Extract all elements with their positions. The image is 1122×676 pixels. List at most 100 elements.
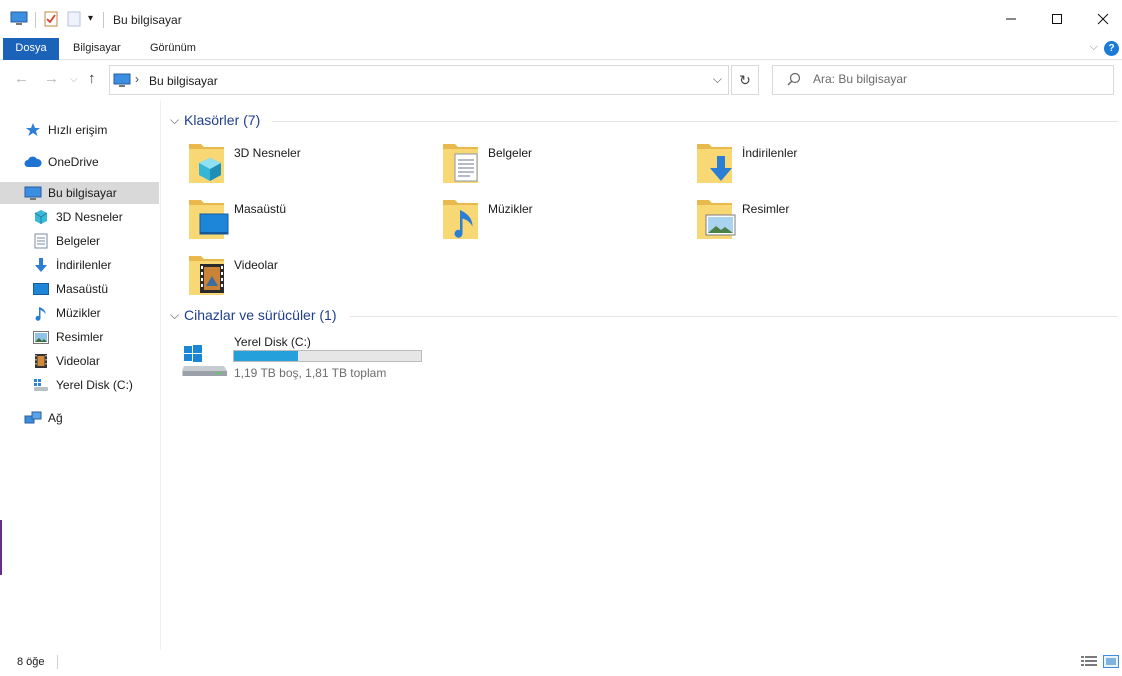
sidebar-item-onedrive[interactable]: OneDrive bbox=[24, 151, 183, 173]
forward-button[interactable]: → bbox=[44, 70, 59, 87]
folder-name: İndirilenler bbox=[742, 146, 798, 160]
folder-name: Masaüstü bbox=[234, 202, 287, 216]
ribbon: Dosya Bilgisayar Görünüm ⌵ ? bbox=[0, 38, 1122, 60]
computer-icon[interactable] bbox=[10, 11, 28, 29]
sidebar-item-quick-access[interactable]: Hızlı erişim bbox=[24, 119, 183, 141]
sidebar-item-pictures[interactable]: Resimler bbox=[32, 326, 191, 348]
folder-name: Müzikler bbox=[488, 202, 533, 216]
sidebar-item-label: Yerel Disk (C:) bbox=[56, 378, 133, 392]
desktop-edge-strip bbox=[0, 520, 2, 575]
drive-usage-fill bbox=[234, 351, 298, 361]
folder-downloads[interactable]: İndirilenler bbox=[696, 140, 946, 190]
folder-name: 3D Nesneler bbox=[234, 146, 301, 160]
sidebar-item-label: Resimler bbox=[56, 330, 104, 344]
desktop-icon bbox=[32, 281, 50, 297]
group-header-folders[interactable]: ⌵ Klasörler (7) bbox=[170, 112, 260, 128]
sidebar-item-label: Bu bilgisayar bbox=[48, 186, 117, 200]
tab-file[interactable]: Dosya bbox=[3, 38, 59, 60]
sidebar-item-label: Ağ bbox=[48, 411, 63, 425]
sidebar-item-documents[interactable]: Belgeler bbox=[32, 230, 191, 252]
back-button[interactable]: ← bbox=[14, 70, 29, 87]
group-divider bbox=[272, 121, 1118, 122]
drive-size-text: 1,19 TB boş, 1,81 TB toplam bbox=[234, 366, 387, 380]
toolbar-separator bbox=[35, 12, 36, 28]
toolbar-separator bbox=[103, 12, 104, 28]
drive-icon bbox=[32, 377, 50, 393]
folder-name: Videolar bbox=[234, 258, 278, 272]
status-bar: 8 öğe bbox=[0, 650, 1122, 676]
customize-toolbar-icon[interactable]: ▾ bbox=[88, 13, 93, 24]
computer-icon bbox=[24, 185, 42, 201]
navigation-pane: Hızlı erişim OneDrive Bu bilgisayar 3D N… bbox=[0, 100, 161, 650]
properties-icon[interactable] bbox=[44, 10, 58, 30]
folder-documents-icon bbox=[442, 140, 486, 186]
up-button[interactable]: ↑ bbox=[88, 70, 96, 87]
details-view-icon[interactable] bbox=[1081, 655, 1097, 671]
sidebar-item-3d-objects[interactable]: 3D Nesneler bbox=[32, 206, 191, 228]
new-folder-icon[interactable] bbox=[67, 11, 81, 30]
folder-videos[interactable]: Videolar bbox=[188, 252, 438, 302]
expand-ribbon-icon[interactable]: ⌵ bbox=[1090, 41, 1098, 54]
tab-computer[interactable]: Bilgisayar bbox=[61, 38, 133, 60]
refresh-button[interactable]: ↻ bbox=[731, 65, 759, 95]
sidebar-item-this-pc[interactable]: Bu bilgisayar bbox=[0, 182, 159, 204]
folder-music[interactable]: Müzikler bbox=[442, 196, 692, 246]
sidebar-item-label: Belgeler bbox=[56, 234, 101, 248]
folder-pictures[interactable]: Resimler bbox=[696, 196, 946, 246]
folder-name: Resimler bbox=[742, 202, 790, 216]
network-icon bbox=[24, 410, 42, 426]
collapse-chevron-icon[interactable]: ⌵ bbox=[170, 308, 184, 323]
address-dropdown-icon[interactable]: ⌵ bbox=[713, 72, 722, 87]
sidebar-item-label: Müzikler bbox=[56, 306, 101, 320]
status-separator bbox=[57, 655, 58, 669]
folder-downloads-icon bbox=[696, 140, 740, 186]
sidebar-item-label: Videolar bbox=[56, 354, 100, 368]
maximize-button[interactable] bbox=[1034, 0, 1080, 38]
title-bar: ▾ Bu bilgisayar bbox=[0, 0, 1122, 38]
folder-music-icon bbox=[442, 196, 486, 242]
breadcrumb[interactable]: Bu bilgisayar bbox=[149, 74, 218, 88]
search-box[interactable] bbox=[772, 65, 1114, 95]
group-header-devices[interactable]: ⌵ Cihazlar ve sürücüler (1) bbox=[170, 307, 337, 323]
windows-drive-icon bbox=[182, 344, 228, 381]
sidebar-item-network[interactable]: Ağ bbox=[24, 407, 183, 429]
address-bar[interactable]: › Bu bilgisayar ⌵ bbox=[109, 65, 729, 95]
group-divider bbox=[350, 316, 1118, 317]
collapse-chevron-icon[interactable]: ⌵ bbox=[170, 113, 184, 128]
document-icon bbox=[32, 233, 50, 249]
folder-desktop[interactable]: Masaüstü bbox=[188, 196, 438, 246]
video-icon bbox=[32, 353, 50, 369]
breadcrumb-chevron-icon[interactable]: › bbox=[135, 72, 139, 86]
folder-desktop-icon bbox=[188, 196, 232, 242]
folder-documents[interactable]: Belgeler bbox=[442, 140, 692, 190]
search-icon bbox=[787, 72, 801, 89]
music-icon bbox=[32, 305, 50, 321]
folder-3d-objects[interactable]: 3D Nesneler bbox=[188, 140, 438, 190]
sidebar-item-music[interactable]: Müzikler bbox=[32, 302, 191, 324]
folder-videos-icon bbox=[188, 252, 232, 298]
sidebar-item-desktop[interactable]: Masaüstü bbox=[32, 278, 191, 300]
folder-pictures-icon bbox=[696, 196, 740, 242]
sidebar-item-label: İndirilenler bbox=[56, 258, 112, 272]
minimize-button[interactable] bbox=[988, 0, 1034, 38]
large-icons-view-icon[interactable] bbox=[1103, 655, 1119, 671]
search-input[interactable] bbox=[813, 72, 1103, 86]
folder-3d-icon bbox=[188, 140, 232, 186]
drive-local-disk[interactable]: Yerel Disk (C:) 1,19 TB boş, 1,81 TB top… bbox=[182, 334, 442, 384]
close-button[interactable] bbox=[1080, 0, 1122, 38]
sidebar-item-videos[interactable]: Videolar bbox=[32, 350, 191, 372]
help-icon[interactable]: ? bbox=[1104, 41, 1119, 56]
recent-locations-icon[interactable]: ⌵ bbox=[70, 74, 78, 85]
group-header-label: Cihazlar ve sürücüler (1) bbox=[184, 307, 337, 323]
sidebar-item-label: Hızlı erişim bbox=[48, 123, 108, 137]
sidebar-item-label: 3D Nesneler bbox=[56, 210, 123, 224]
drive-usage-bar bbox=[233, 350, 422, 362]
sidebar-item-downloads[interactable]: İndirilenler bbox=[32, 254, 191, 276]
group-header-label: Klasörler (7) bbox=[184, 112, 261, 128]
drive-name: Yerel Disk (C:) bbox=[234, 335, 311, 349]
sidebar-item-local-disk[interactable]: Yerel Disk (C:) bbox=[32, 374, 191, 396]
pictures-icon bbox=[32, 329, 50, 345]
tab-view[interactable]: Görünüm bbox=[138, 38, 208, 60]
window-title: Bu bilgisayar bbox=[113, 13, 182, 27]
cloud-icon bbox=[24, 154, 42, 170]
